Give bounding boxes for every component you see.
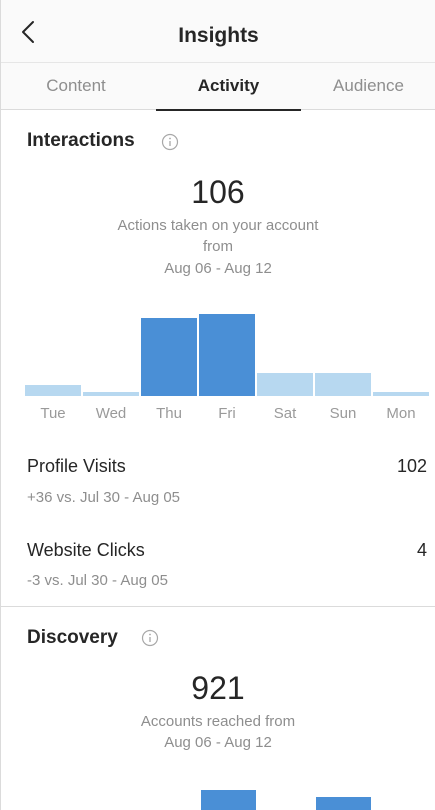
bar-sun bbox=[315, 373, 371, 396]
bar-tue bbox=[25, 385, 81, 396]
interactions-caption: Actions taken on your account bbox=[117, 217, 319, 234]
interactions-bar-chart bbox=[25, 300, 430, 396]
day-label-thu: Thu bbox=[156, 405, 182, 422]
insights-screen: Insights Content Activity Audience Inter… bbox=[0, 0, 435, 810]
day-label-wed: Wed bbox=[95, 405, 127, 422]
bar-mon bbox=[373, 392, 429, 396]
website-clicks-change: -3 vs. Jul 30 - Aug 05 bbox=[27, 572, 168, 589]
profile-visits-label: Profile Visits bbox=[27, 456, 126, 476]
day-label-mon: Mon bbox=[386, 405, 416, 422]
discovery-date-range: Aug 06 - Aug 12 bbox=[164, 734, 272, 751]
discovery-title: Discovery bbox=[27, 627, 118, 648]
bar-wed bbox=[83, 392, 139, 396]
info-circle-icon[interactable] bbox=[141, 629, 159, 647]
website-clicks-value: 4 bbox=[416, 540, 427, 560]
interactions-total: 106 bbox=[191, 174, 245, 210]
bar-thu bbox=[141, 318, 197, 396]
page-title: Insights bbox=[178, 24, 259, 47]
profile-visits-change: +36 vs. Jul 30 - Aug 05 bbox=[27, 489, 181, 506]
info-circle-icon[interactable] bbox=[161, 133, 179, 151]
day-label-sun: Sun bbox=[329, 405, 357, 422]
tab-bar: Content Activity Audience bbox=[1, 62, 435, 111]
discovery-bar bbox=[316, 797, 371, 810]
interactions-date-range: Aug 06 - Aug 12 bbox=[164, 260, 272, 277]
discovery-bar bbox=[201, 790, 256, 810]
discovery-caption: Accounts reached from bbox=[140, 713, 296, 730]
tab-content[interactable]: Content bbox=[1, 63, 151, 109]
discovery-total: 921 bbox=[191, 670, 245, 706]
interactions-title: Interactions bbox=[27, 130, 135, 151]
day-label-fri: Fri bbox=[218, 405, 236, 422]
header: Insights bbox=[1, 0, 435, 62]
interactions-caption-from: from bbox=[203, 238, 233, 255]
day-label-sat: Sat bbox=[273, 405, 297, 422]
bar-sat bbox=[257, 373, 313, 396]
tab-audience[interactable]: Audience bbox=[301, 63, 435, 109]
profile-visits-value: 102 bbox=[396, 456, 427, 476]
day-label-tue: Tue bbox=[40, 405, 66, 422]
section-divider bbox=[1, 606, 435, 607]
tab-activity[interactable]: Activity bbox=[156, 63, 301, 111]
website-clicks-label: Website Clicks bbox=[27, 540, 145, 560]
bar-fri bbox=[199, 314, 255, 396]
